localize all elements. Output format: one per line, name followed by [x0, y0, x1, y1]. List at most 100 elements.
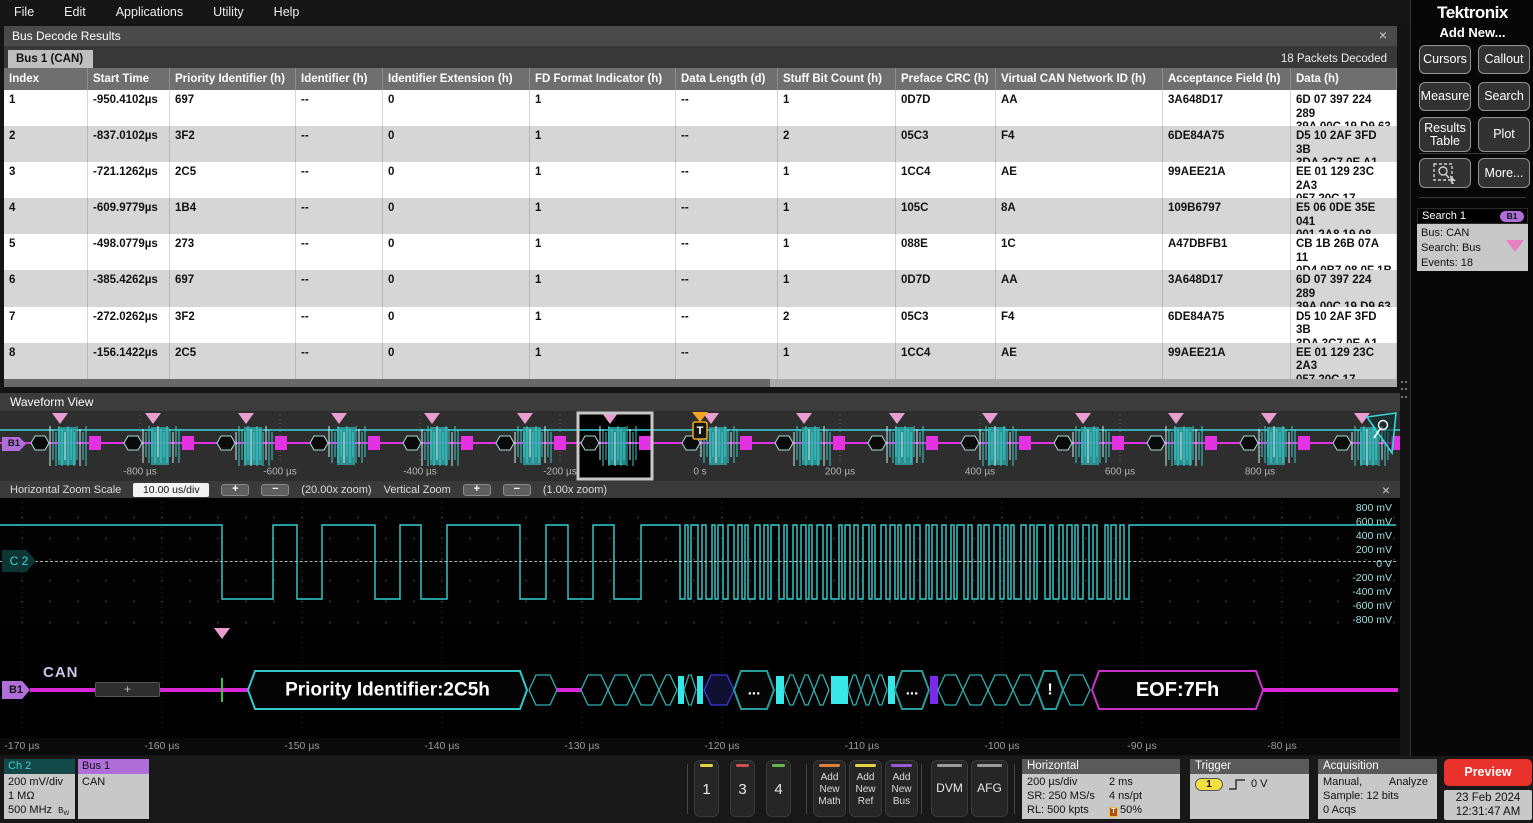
column-header: Identifier Extension (h): [383, 68, 530, 90]
time-axis-label: -150 µs: [284, 740, 319, 752]
sidebar-button-plot[interactable]: Plot: [1478, 117, 1530, 152]
time-axis-label: -160 µs: [144, 740, 179, 752]
menu-item-utility[interactable]: Utility: [213, 5, 244, 19]
table-row[interactable]: 8-156.1422µs2C5--01--11CC4AE99AEE21AEE 0…: [4, 343, 1397, 379]
channel-label: 1: [695, 781, 718, 798]
right-sidebar: Tektronix Add New... CursorsCalloutMeasu…: [1410, 0, 1533, 756]
acquisition-card-body: Manual, Analyze Sample: 12 bits 0 Acqs: [1318, 774, 1437, 819]
svg-text:200 µs: 200 µs: [825, 467, 855, 478]
bus1-settings-card[interactable]: Bus 1 CAN: [78, 759, 149, 819]
sidebar-button-search[interactable]: Search: [1478, 82, 1530, 111]
zoom-select-button[interactable]: [1419, 158, 1471, 188]
table-cell: 1CC4: [896, 162, 996, 198]
table-cell: 05C3: [896, 307, 996, 343]
menu-item-file[interactable]: File: [14, 5, 34, 19]
tab-bus1-can[interactable]: Bus 1 (CAN): [8, 50, 93, 68]
sidebar-button-results-table[interactable]: Results Table: [1419, 117, 1471, 152]
ch2-settings-card[interactable]: Ch 2 200 mV/div 1 MΩ 500 MHz BW: [4, 759, 75, 819]
add-button-label: Add New Math: [814, 772, 845, 808]
dvm-button[interactable]: DVM: [931, 760, 968, 817]
menu-bar: File Edit Applications Utility Help: [0, 0, 1410, 24]
acq-analyze: Analyze: [1389, 775, 1428, 789]
bus-decode-track[interactable]: Priority Identifier:2C5h......!EOF:7Fh C…: [0, 626, 1400, 738]
svg-text:400 µs: 400 µs: [965, 467, 995, 478]
svg-text:-400 µs: -400 µs: [403, 467, 437, 478]
decode-canvas[interactable]: Priority Identifier:2C5h......!EOF:7Fh: [0, 626, 1400, 738]
horizontal-row: RL: 500 kptsT50%: [1027, 803, 1175, 817]
waveform-view-title: Waveform View: [0, 393, 1400, 411]
close-zoom-icon[interactable]: ×: [1382, 482, 1390, 498]
add-new-bus-button[interactable]: Add New Bus: [885, 760, 918, 817]
column-header: Preface CRC (h): [896, 68, 996, 90]
column-header: Data (h): [1291, 68, 1397, 90]
expand-bus-button[interactable]: +: [95, 682, 160, 697]
close-icon[interactable]: ×: [1375, 27, 1391, 43]
acquisition-settings-card[interactable]: Acquisition Manual, Analyze Sample: 12 b…: [1318, 759, 1437, 819]
menu-item-edit[interactable]: Edit: [64, 5, 86, 19]
table-cell: AE: [996, 343, 1163, 379]
search-marker-icon: [1506, 240, 1524, 252]
channel-4-button[interactable]: 4: [766, 760, 791, 817]
more-button[interactable]: More...: [1478, 158, 1530, 188]
table-cell: 7: [4, 307, 88, 343]
search1-card[interactable]: Search 1 B1 Bus: CAN Search: Bus Events:…: [1417, 208, 1528, 271]
trigger-settings-card[interactable]: Trigger 1 0 V: [1190, 759, 1309, 819]
overview-waveform-canvas[interactable]: T-800 µs-600 µs-400 µs-200 µs0 s200 µs40…: [0, 411, 1400, 481]
column-header: Index: [4, 68, 88, 90]
waveform-overview-strip[interactable]: T-800 µs-600 µs-400 µs-200 µs0 s200 µs40…: [0, 411, 1400, 481]
v-zoom-plus-button[interactable]: +: [463, 484, 491, 496]
table-cell: 1: [778, 343, 896, 379]
table-cell: F4: [996, 307, 1163, 343]
trigger-card-title: Trigger: [1190, 759, 1309, 774]
horizontal-row: 200 µs/div2 ms: [1027, 775, 1175, 789]
table-cell: 1: [530, 270, 676, 306]
svg-text:600 µs: 600 µs: [1105, 467, 1135, 478]
table-row[interactable]: 7-272.0262µs3F2--01--205C3F46DE84A75D5 1…: [4, 307, 1397, 343]
table-cell: 6DE84A75: [1163, 307, 1291, 343]
afg-button[interactable]: AFG: [971, 760, 1008, 817]
time-label: 12:31:47 AM: [1444, 805, 1532, 819]
search1-body[interactable]: Bus: CAN Search: Bus Events: 18: [1417, 224, 1528, 271]
horizontal-scrollbar[interactable]: [4, 379, 1397, 387]
table-cell: 1: [530, 234, 676, 270]
horizontal-zoom-scale-input[interactable]: 10.00 us/div: [133, 483, 209, 497]
util-button-label: DVM: [932, 781, 967, 795]
sidebar-button-callout[interactable]: Callout: [1478, 45, 1530, 74]
analog-waveform-area[interactable]: C 2 800 mV600 mV400 mV200 mV0 V-200 mV-4…: [0, 498, 1400, 626]
table-cell: 99AEE21A: [1163, 162, 1291, 198]
table-row[interactable]: 2-837.0102µs3F2--01--205C3F46DE84A75D5 1…: [4, 126, 1397, 162]
horizontal-settings-card[interactable]: Horizontal 200 µs/div2 msSR: 250 MS/s4 n…: [1022, 759, 1180, 819]
trigger-card-body: 1 0 V: [1190, 774, 1309, 819]
table-cell: --: [676, 270, 778, 306]
menu-item-help[interactable]: Help: [274, 5, 300, 19]
v-zoom-minus-button[interactable]: −: [503, 484, 531, 496]
h-zoom-minus-button[interactable]: −: [261, 484, 289, 496]
trigger-pos-icon: T: [1109, 807, 1118, 817]
table-row[interactable]: 3-721.1262µs2C5--01--11CC4AE99AEE21AEE 0…: [4, 162, 1397, 198]
table-row[interactable]: 5-498.0779µs273--01--1088E1CA47DBFB1CB 1…: [4, 234, 1397, 270]
table-row[interactable]: 4-609.9779µs1B4--01--1105C8A109B6797E5 0…: [4, 198, 1397, 234]
panel-drag-handle[interactable]: [1401, 381, 1408, 401]
bus1-card-title: Bus 1: [78, 759, 149, 774]
h-zoom-plus-button[interactable]: +: [221, 484, 249, 496]
sidebar-button-measure[interactable]: Measure: [1419, 82, 1471, 111]
table-cell: 1: [530, 126, 676, 162]
datetime-display[interactable]: 23 Feb 2024 12:31:47 AM: [1444, 790, 1532, 820]
sidebar-button-cursors[interactable]: Cursors: [1419, 45, 1471, 74]
add-new-math-button[interactable]: Add New Math: [813, 760, 846, 817]
table-row[interactable]: 6-385.4262µs697--01--10D7DAA3A648D176D 0…: [4, 270, 1397, 306]
table-cell: -721.1262µs: [88, 162, 170, 198]
add-new-ref-button[interactable]: Add New Ref: [849, 760, 882, 817]
table-cell: 2C5: [170, 343, 296, 379]
scrollbar-thumb[interactable]: [4, 379, 770, 387]
ch2-bandwidth: 500 MHz BW: [8, 803, 71, 821]
table-cell: 697: [170, 90, 296, 126]
channel-3-button[interactable]: 3: [730, 760, 755, 817]
preview-button[interactable]: Preview: [1444, 759, 1532, 786]
ch2-waveform-canvas[interactable]: [0, 498, 1400, 626]
table-cell: 1CC4: [896, 343, 996, 379]
menu-item-applications[interactable]: Applications: [116, 5, 183, 19]
table-row[interactable]: 1-950.4102µs697--01--10D7DAA3A648D176D 0…: [4, 90, 1397, 126]
channel-1-button[interactable]: 1: [694, 760, 719, 817]
svg-text:T: T: [697, 425, 704, 437]
